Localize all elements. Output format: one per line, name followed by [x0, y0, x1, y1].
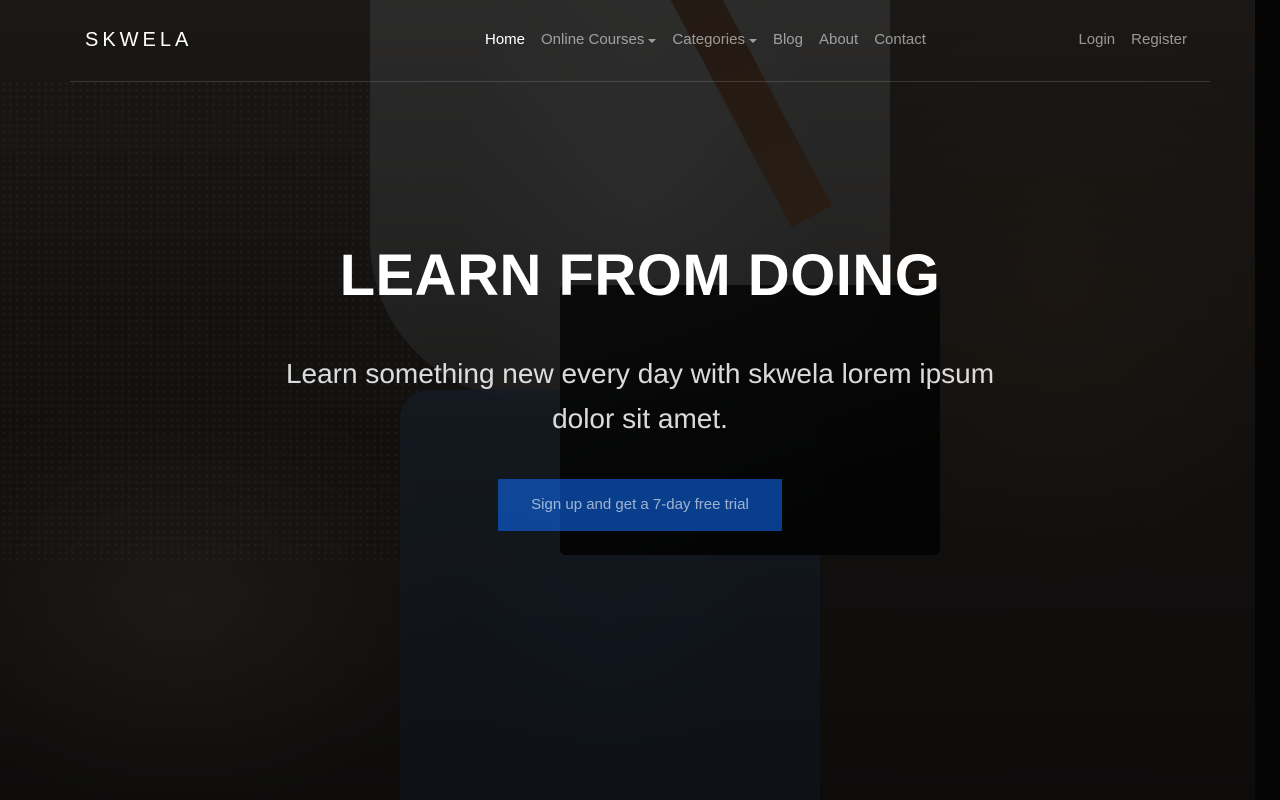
nav-item-label: Home: [485, 31, 526, 48]
main-nav: Home Online Courses Categories Blog Abou…: [477, 31, 934, 48]
nav-item-online-courses[interactable]: Online Courses: [533, 31, 664, 48]
top-navbar: SKWELA Home Online Courses Categories Bl…: [70, 0, 1210, 82]
hero-subtitle: Learn something new every day with skwel…: [285, 358, 995, 434]
nav-item-label: Categories: [672, 31, 745, 48]
hero-title: LEARN FROM DOING: [339, 243, 941, 308]
nav-item-label: About: [818, 31, 859, 48]
register-link[interactable]: Register: [1123, 31, 1195, 48]
signup-trial-button[interactable]: Sign up and get a 7-day free trial: [498, 479, 782, 531]
login-link[interactable]: Login: [1070, 31, 1123, 48]
caret-down-icon: [748, 38, 757, 43]
auth-nav: Login Register: [1070, 31, 1195, 48]
nav-item-about[interactable]: About: [811, 31, 866, 48]
hero-content: LEARN FROM DOING Learn something new eve…: [240, 236, 1040, 531]
nav-item-label: Blog: [772, 31, 803, 48]
caret-down-icon: [648, 38, 657, 43]
brand-logo[interactable]: SKWELA: [85, 29, 192, 52]
nav-item-home[interactable]: Home: [477, 31, 533, 48]
nav-item-blog[interactable]: Blog: [765, 31, 811, 48]
nav-item-label: Online Courses: [541, 31, 645, 48]
nav-item-contact[interactable]: Contact: [866, 31, 934, 48]
nav-item-categories[interactable]: Categories: [664, 31, 765, 48]
nav-item-label: Contact: [874, 31, 926, 48]
